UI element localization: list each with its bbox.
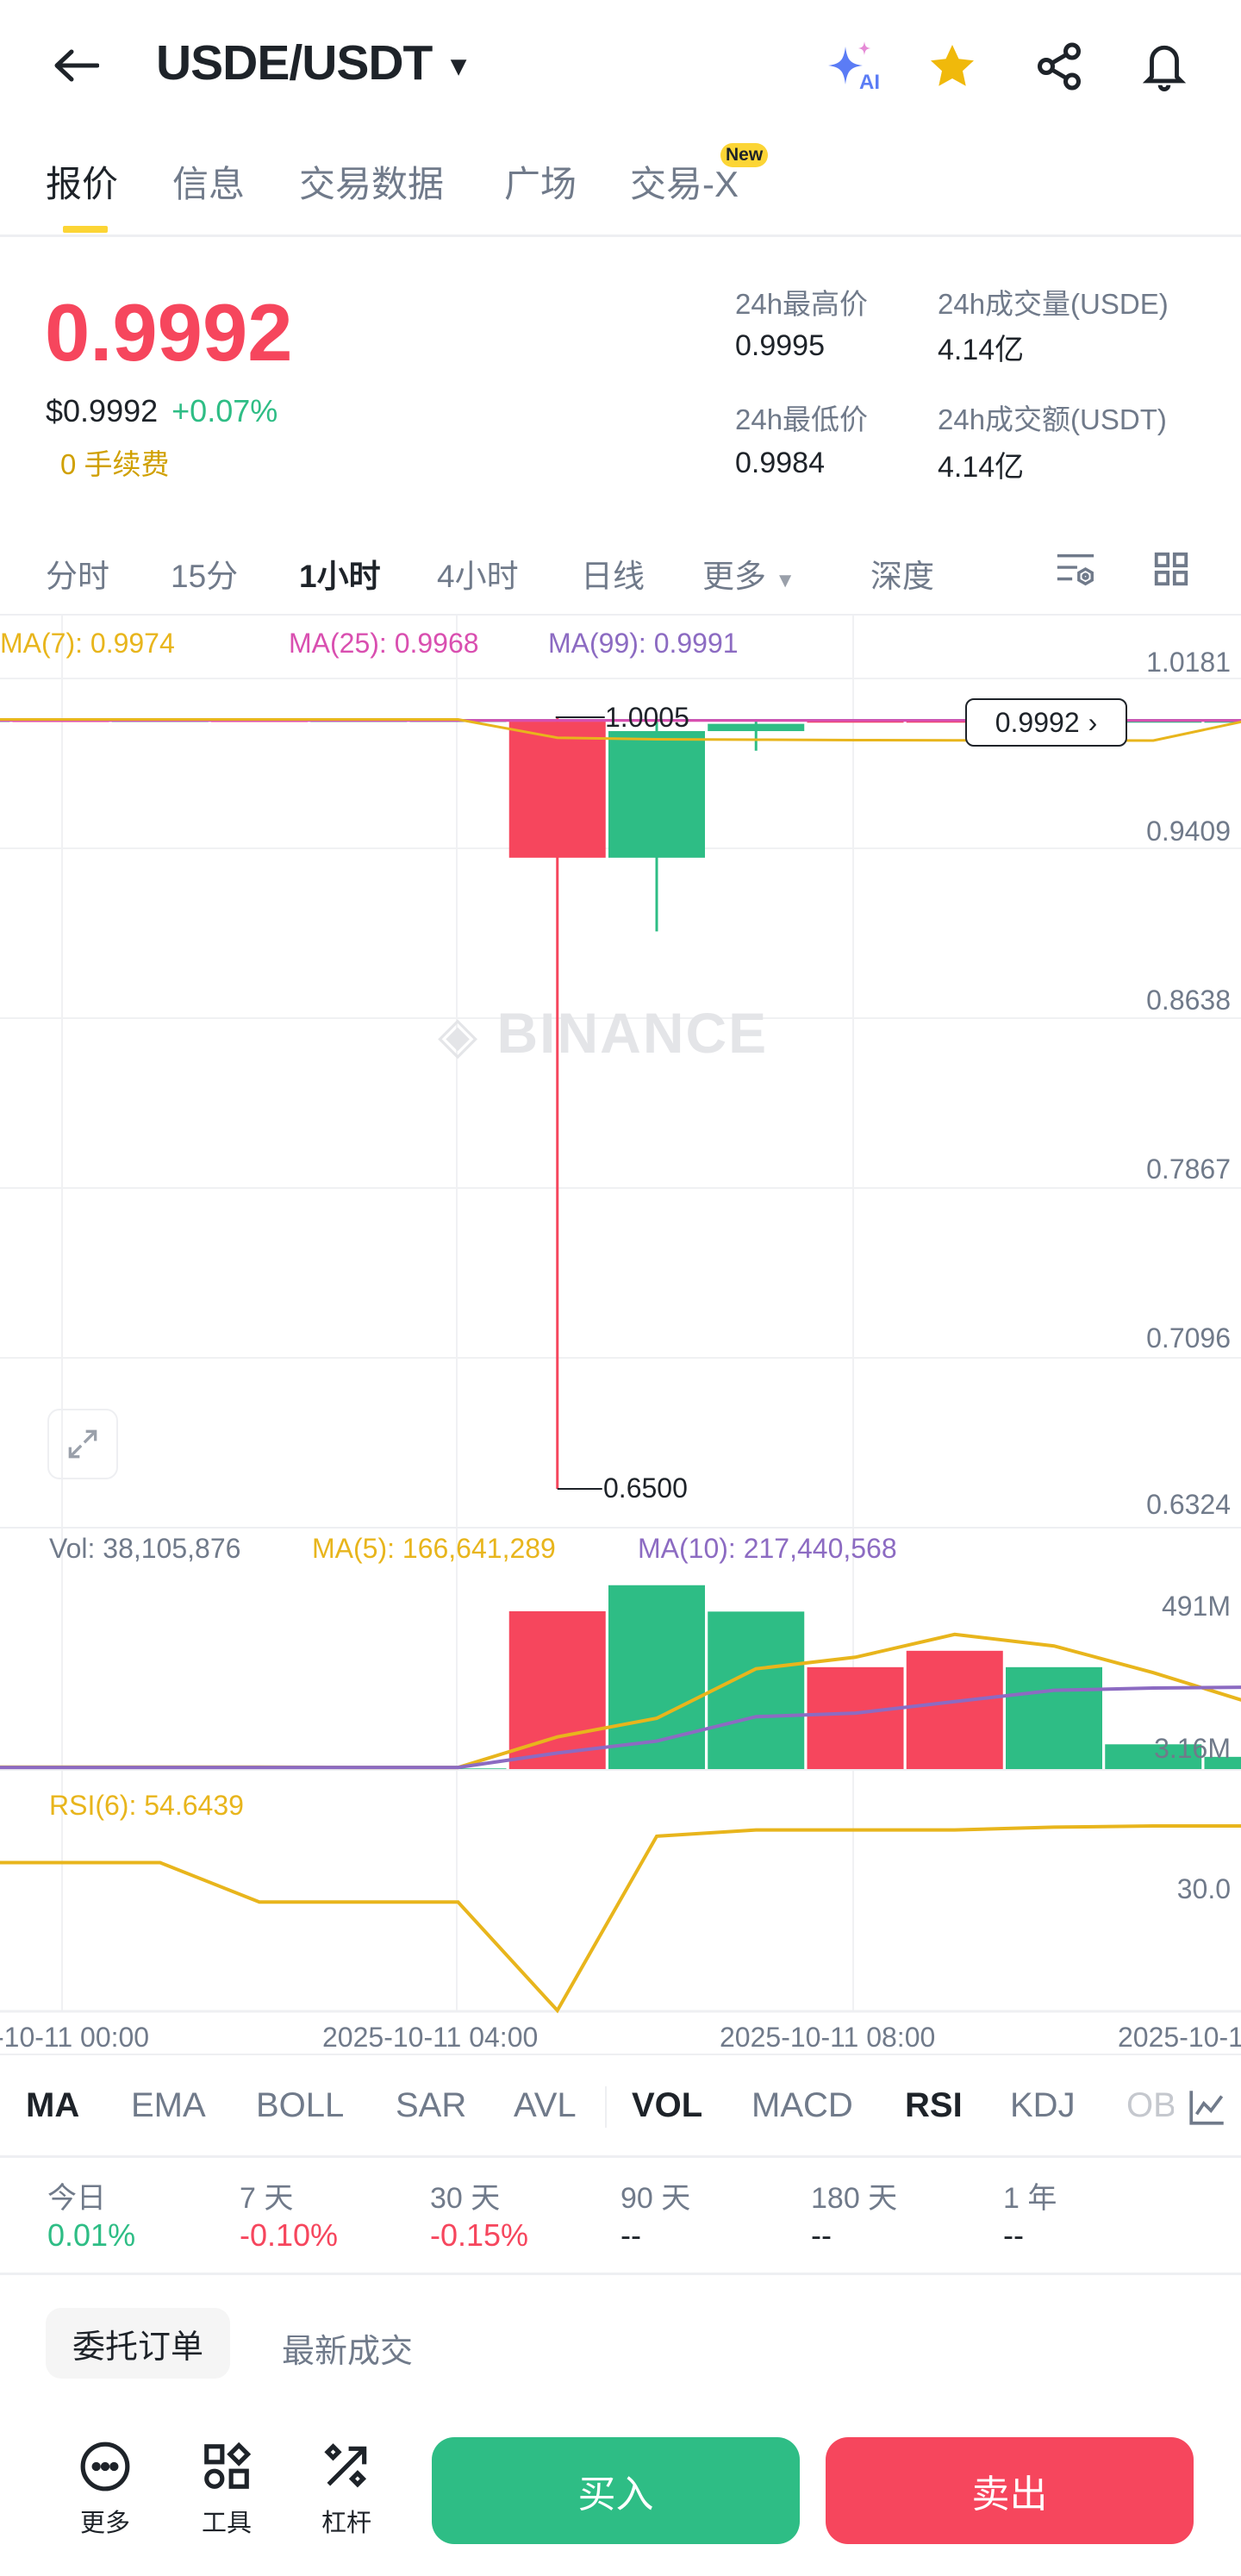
perf-1y-label: 1 年 — [1003, 2182, 1057, 2215]
indicator-separator — [605, 2086, 607, 2128]
perf-30d-label: 30 天 — [430, 2182, 501, 2215]
vol-ma10-legend: MA(10): 217,440,568 — [638, 1533, 897, 1564]
buy-button[interactable]: 买入 — [432, 2437, 800, 2544]
ma25-legend: MA(25): 0.9968 — [289, 628, 479, 659]
indicator-macd[interactable]: MACD — [751, 2086, 853, 2125]
time-tick: 2025-10-11 04:00 — [322, 2022, 539, 2053]
volume-bar — [508, 1610, 606, 1769]
current-price-tag[interactable]: 0.9992 › — [965, 698, 1127, 747]
price-tick: 1.0181 — [1146, 647, 1231, 678]
time-tick: 2025-10-11 08:00 — [720, 2022, 936, 2053]
vol-tick: 491M — [1161, 1591, 1231, 1622]
tab-latest-trades[interactable]: 最新成交 — [282, 2324, 413, 2372]
tab-order-book-label: 委托订单 — [72, 2329, 203, 2366]
perf-7d-label: 7 天 — [240, 2182, 294, 2215]
indicator-rsi[interactable]: RSI — [905, 2086, 963, 2125]
price-tick: 0.6324 — [1146, 1489, 1231, 1520]
high-marker-label: 1.0005 — [605, 702, 689, 733]
tools-icon — [204, 2442, 252, 2489]
leverage-icon — [324, 2443, 367, 2488]
perf-180d-value: -- — [811, 2217, 832, 2253]
price-tick: 0.7867 — [1146, 1154, 1231, 1185]
indicator-boll[interactable]: BOLL — [256, 2086, 344, 2125]
ma99-legend: MA(99): 0.9991 — [548, 628, 739, 659]
volume-bar — [1006, 1666, 1102, 1769]
rsi-line — [0, 1824, 1241, 2014]
candle-body — [708, 723, 805, 732]
time-tick: -10-11 00:00 — [0, 2022, 150, 2053]
more-button[interactable]: 更多 — [66, 2440, 144, 2539]
price-tick: 0.9409 — [1146, 816, 1231, 847]
candle-body — [508, 722, 606, 858]
vol-tick: 3.16M — [1154, 1733, 1231, 1764]
indicator-kdj[interactable]: KDJ — [1010, 2086, 1076, 2125]
low-marker-label: 0.6500 — [603, 1472, 688, 1504]
perf-180d-label: 180 天 — [811, 2182, 898, 2215]
perf-7d-value: -0.10% — [240, 2217, 339, 2253]
time-tick: 2025-10-1 — [1118, 2022, 1241, 2053]
tools-label: 工具 — [201, 2510, 252, 2537]
tools-button[interactable]: 工具 — [188, 2440, 265, 2539]
candle-body — [608, 731, 705, 858]
indicator-obv[interactable]: OBV — [1126, 2086, 1178, 2125]
perf-today-value: 0.01% — [47, 2217, 136, 2253]
price-tick: 0.7096 — [1146, 1322, 1231, 1354]
volume-bar — [906, 1650, 1003, 1769]
price-tick: 0.8638 — [1146, 985, 1231, 1016]
perf-divider — [0, 2273, 1241, 2275]
indicator-ema[interactable]: EMA — [131, 2086, 206, 2125]
leverage-label: 杠杆 — [321, 2510, 371, 2537]
watermark-logo: ◈ BINANCE — [438, 1000, 768, 1066]
binance-diamond-icon: ◈ — [438, 1006, 480, 1064]
indicator-sar[interactable]: SAR — [396, 2086, 466, 2125]
rsi-tick: 30.0 — [1176, 1873, 1231, 1904]
volume-bar — [807, 1666, 904, 1769]
indicator-avl[interactable]: AVL — [514, 2086, 577, 2125]
indicator-settings-icon[interactable] — [1174, 2078, 1241, 2136]
rsi-legend: RSI(6): 54.6439 — [49, 1790, 244, 1821]
indicator-top-divider — [0, 2054, 1241, 2055]
perf-today-label: 今日 — [47, 2182, 106, 2215]
sell-button[interactable]: 卖出 — [826, 2437, 1194, 2544]
fullscreen-icon[interactable] — [47, 1409, 118, 1479]
more-icon — [80, 2442, 130, 2492]
ma7-legend: MA(7): 0.9974 — [0, 628, 175, 659]
perf-90d-value: -- — [620, 2217, 641, 2253]
watermark-text: BINANCE — [496, 1001, 769, 1065]
more-label: 更多 — [79, 2510, 130, 2537]
tab-order-book[interactable]: 委托订单 — [46, 2308, 230, 2379]
indicator-vol[interactable]: VOL — [632, 2086, 702, 2125]
perf-1y-value: -- — [1003, 2217, 1024, 2253]
perf-30d-value: -0.15% — [430, 2217, 529, 2253]
leverage-button[interactable]: 杠杆 — [308, 2440, 385, 2539]
volume-bar — [708, 1611, 805, 1769]
vol-ma5-legend: MA(5): 166,641,289 — [312, 1533, 556, 1564]
current-price-value: 0.9992 — [995, 706, 1080, 738]
indicator-divider — [0, 2155, 1241, 2158]
indicator-ma[interactable]: MA — [26, 2086, 79, 2125]
vol-legend: Vol: 38,105,876 — [49, 1533, 241, 1564]
chevron-right-icon: › — [1088, 706, 1098, 738]
perf-90d-label: 90 天 — [620, 2182, 691, 2215]
